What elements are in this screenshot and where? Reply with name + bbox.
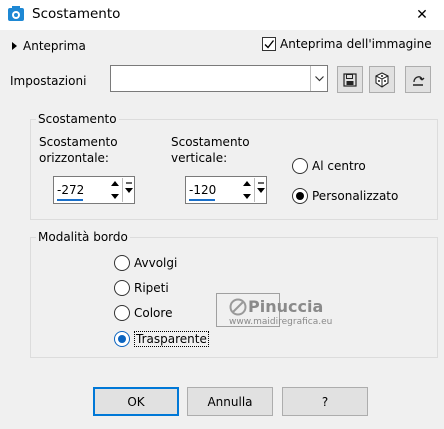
vertical-offset-spinbox[interactable]: -120 [185,176,267,204]
help-button[interactable]: ? [282,387,368,416]
radio-label: Personalizzato [312,189,399,203]
decrement-arrow-icon[interactable] [240,190,253,203]
radio-ripeti[interactable]: Ripeti [114,279,169,297]
reset-icon [413,75,425,86]
horizontal-offset-label-line2: orizzontale: [39,151,109,165]
cancel-button[interactable]: Annulla [187,387,273,416]
radio-trasparente[interactable]: Trasparente [114,330,209,348]
reset-button[interactable] [405,66,431,93]
value-underline [57,199,83,201]
image-preview-checkbox-row[interactable]: Anteprima dell'immagine [262,37,432,51]
watermark-url: www.maidiregrafica.eu [229,317,333,327]
preview-label: Anteprima [23,39,86,53]
spin-arrows [108,177,121,203]
slider-popup-icon[interactable] [122,178,134,202]
radio-avvolgi[interactable]: Avvolgi [114,254,177,272]
watermark-name-row: Pinuccia [229,297,332,316]
decrement-arrow-icon[interactable] [108,190,121,203]
radio-label: Trasparente [134,331,209,347]
spin-arrows [240,177,253,203]
radio-button[interactable] [114,331,130,347]
radio-button[interactable] [114,255,130,271]
randomize-button[interactable] [369,66,395,93]
chevron-down-icon[interactable] [310,66,327,91]
vertical-offset-label-line2: verticale: [171,151,228,165]
save-icon [343,72,357,87]
increment-arrow-icon[interactable] [108,177,121,190]
radio-colore[interactable]: Colore [114,304,172,322]
ok-button[interactable]: OK [93,387,179,416]
radio-label: Al centro [312,159,366,173]
preset-combobox[interactable] [110,65,328,92]
horizontal-offset-label-line1: Scostamento [39,135,118,149]
offset-group-title: Scostamento [36,112,119,126]
camera-icon [8,6,24,22]
horizontal-offset-value[interactable]: -272 [57,183,84,197]
image-preview-label: Anteprima dell'immagine [280,37,432,51]
increment-arrow-icon[interactable] [240,177,253,190]
randomize-icon [375,71,389,88]
window-title: Scostamento [32,6,121,22]
image-preview-checkbox[interactable] [262,37,276,51]
horizontal-offset-spinbox[interactable]: -272 [53,176,135,204]
radio-label: Ripeti [134,281,169,295]
value-underline [189,199,215,201]
watermark-logo-icon [229,298,247,315]
radio-button[interactable] [114,280,130,296]
close-button[interactable]: ✕ [400,0,444,30]
radio-al-centro[interactable]: Al centro [292,157,366,175]
slider-popup-icon[interactable] [254,178,266,202]
radio-button[interactable] [114,305,130,321]
vertical-offset-label-line1: Scostamento [171,135,250,149]
radio-label: Avvolgi [134,256,178,270]
edge-mode-group-title: Modalità bordo [36,230,130,244]
preview-expander[interactable]: Anteprima [12,38,86,54]
radio-button[interactable] [292,158,308,174]
settings-label: Impostazioni [10,74,87,88]
vertical-offset-value[interactable]: -120 [189,183,216,197]
close-icon: ✕ [416,7,428,23]
radio-label: Colore [134,306,173,320]
radio-button[interactable] [292,188,308,204]
radio-personalizzato[interactable]: Personalizzato [292,187,398,205]
watermark-name: Pinuccia [248,297,324,316]
save-preset-button[interactable] [337,66,363,93]
expand-arrow-icon [12,42,17,50]
watermark: Pinuccia www.maidiregrafica.eu [229,297,332,327]
